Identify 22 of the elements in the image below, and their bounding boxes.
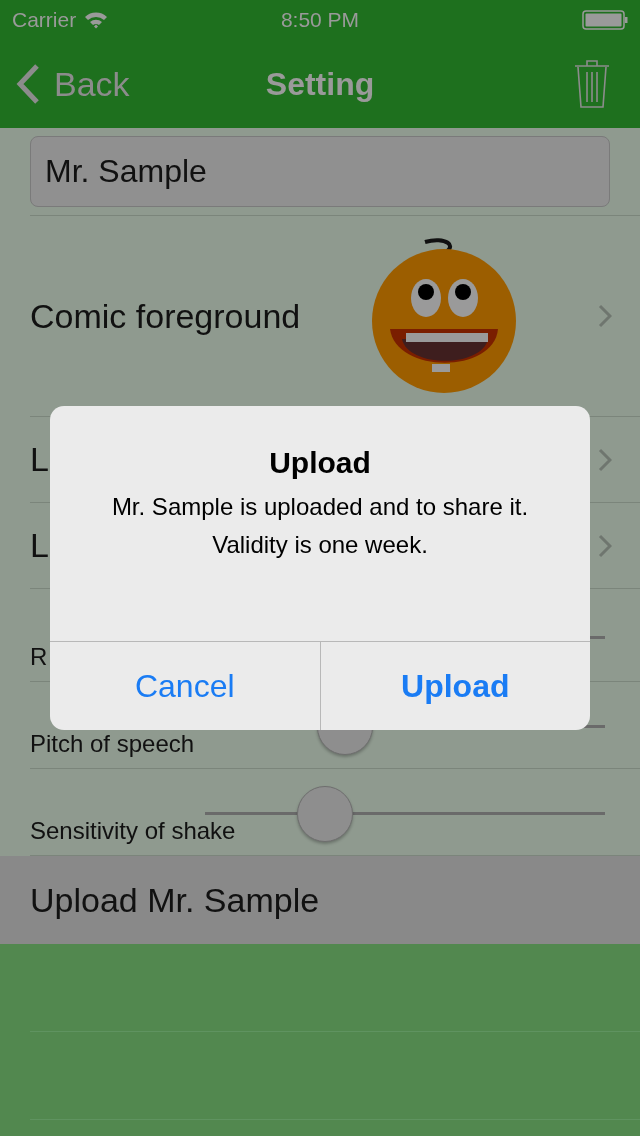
name-field[interactable]: Mr. Sample [30, 136, 610, 207]
chevron-right-icon [598, 447, 612, 472]
chevron-right-icon [598, 533, 612, 558]
row-label: Comic foreground [30, 296, 301, 336]
trash-icon[interactable] [574, 59, 610, 109]
dialog-title: Upload [269, 446, 371, 480]
slider-label: Pitch of speech [30, 730, 195, 758]
upload-button[interactable]: Upload Mr. Sample [0, 856, 640, 944]
chevron-right-icon [598, 304, 612, 328]
carrier-label: Carrier [12, 8, 77, 32]
nav-title: Setting [265, 65, 375, 102]
back-button[interactable]: Back [16, 64, 130, 104]
slider-label: Sensitivity of shake [30, 817, 236, 845]
slider-thumb[interactable] [297, 786, 353, 842]
dialog-message: Mr. Sample is uploaded and to share it. Validity is one week. [111, 492, 529, 560]
upload-button[interactable]: Upload [319, 642, 590, 730]
battery-icon [582, 10, 628, 30]
chevron-left-icon [16, 64, 40, 104]
wifi-icon [84, 11, 109, 29]
cancel-button[interactable]: Cancel [50, 642, 320, 730]
slider-label: R [30, 643, 48, 671]
status-time: 8:50 PM [280, 8, 360, 31]
